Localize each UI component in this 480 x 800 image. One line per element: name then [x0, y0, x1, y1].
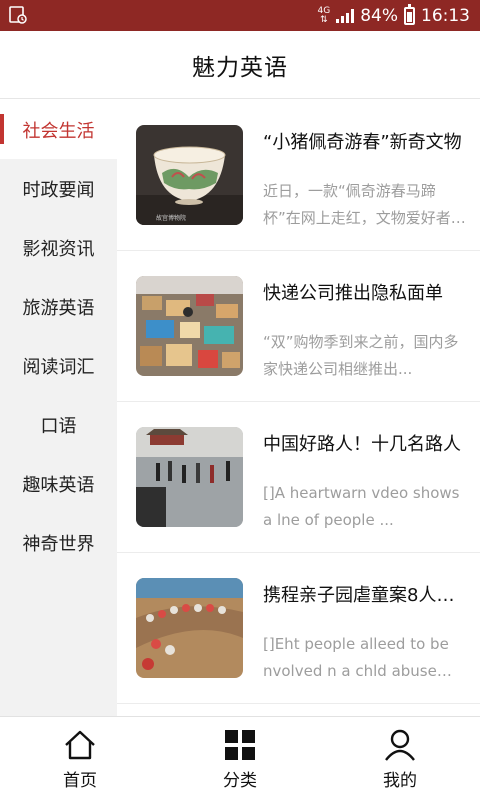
article-item[interactable]: 中国好路人！十几名路人 []A heartwarn vdeo shows a l…: [117, 402, 480, 553]
user-icon: [385, 729, 415, 761]
tab-categories[interactable]: 分类: [160, 717, 320, 800]
article-summary: []A heartwarn vdeo shows a lne of people…: [263, 484, 460, 529]
svg-text:故宫博物院: 故宫博物院: [156, 214, 186, 222]
tab-home[interactable]: 首页: [0, 717, 160, 800]
home-icon: [65, 730, 95, 760]
tab-profile[interactable]: 我的: [320, 717, 480, 800]
article-title: 中国好路人！十几名路人: [263, 434, 461, 455]
status-bar: 4G ⇅ 84% 16:13: [0, 0, 480, 31]
article-item[interactable]: 快递公司推出隐私面单 “双”购物季到来之前，国内多家快递公司相继推出...: [117, 251, 480, 402]
notification-icon: [9, 6, 27, 24]
sidebar-item-reading-vocab[interactable]: 阅读词汇: [0, 336, 117, 395]
tab-categories-label: 分类: [223, 771, 257, 791]
sidebar-item-fun-english[interactable]: 趣味英语: [0, 454, 117, 513]
article-thumbnail: [136, 578, 243, 678]
article-summary: 近日，一款“佩奇游春马蹄杯”在网上走红，文物爱好者纷纷...: [263, 182, 466, 227]
sidebar-item-spoken[interactable]: 口语: [0, 395, 117, 454]
article-feed: 故宫博物院 “小猪佩奇游春”新奇文物 近日，一款“佩奇游春马蹄杯”在网上走红，文…: [117, 100, 480, 716]
article-thumbnail: 故宫博物院: [136, 125, 243, 225]
sidebar-item-social-life[interactable]: 社会生活: [0, 100, 117, 159]
sidebar-item-film-tv[interactable]: 影视资讯: [0, 218, 117, 277]
sidebar-item-travel-english[interactable]: 旅游英语: [0, 277, 117, 336]
sidebar-item-current-affairs[interactable]: 时政要闻: [0, 159, 117, 218]
grid-icon: [225, 730, 255, 760]
article-item[interactable]: 携程亲子园虐童案8人被批捕 []Eht people alleed to be …: [117, 553, 480, 704]
bottom-tab-bar: 首页 分类 我的: [0, 716, 480, 800]
article-title: 快递公司推出隐私面单: [263, 283, 443, 304]
article-summary: “双”购物季到来之前，国内多家快递公司相继推出...: [263, 333, 459, 378]
tab-home-label: 首页: [63, 771, 97, 791]
article-summary: []Eht people alleed to be nvolved n a ch…: [263, 635, 449, 680]
signal-icon: [336, 9, 355, 23]
battery-icon: [404, 4, 415, 25]
category-sidebar: 社会生活 时政要闻 影视资讯 旅游英语 阅读词汇 口语 趣味英语 神奇世界: [0, 100, 117, 716]
page-title: 魅力英语: [192, 54, 288, 81]
tab-profile-label: 我的: [383, 771, 417, 791]
app-header: 魅力英语: [0, 31, 480, 99]
article-title: “小猪佩奇游春”新奇文物: [263, 132, 462, 153]
article-thumbnail: [136, 276, 243, 376]
article-title: 携程亲子园虐童案8人被批捕: [263, 585, 466, 606]
battery-percent: 84%: [360, 6, 398, 26]
article-thumbnail: [136, 427, 243, 527]
network-indicator: 4G ⇅: [317, 6, 331, 25]
sidebar-item-amazing-world[interactable]: 神奇世界: [0, 513, 117, 572]
article-item[interactable]: 故宫博物院 “小猪佩奇游春”新奇文物 近日，一款“佩奇游春马蹄杯”在网上走红，文…: [117, 100, 480, 251]
clock: 16:13: [421, 6, 470, 26]
